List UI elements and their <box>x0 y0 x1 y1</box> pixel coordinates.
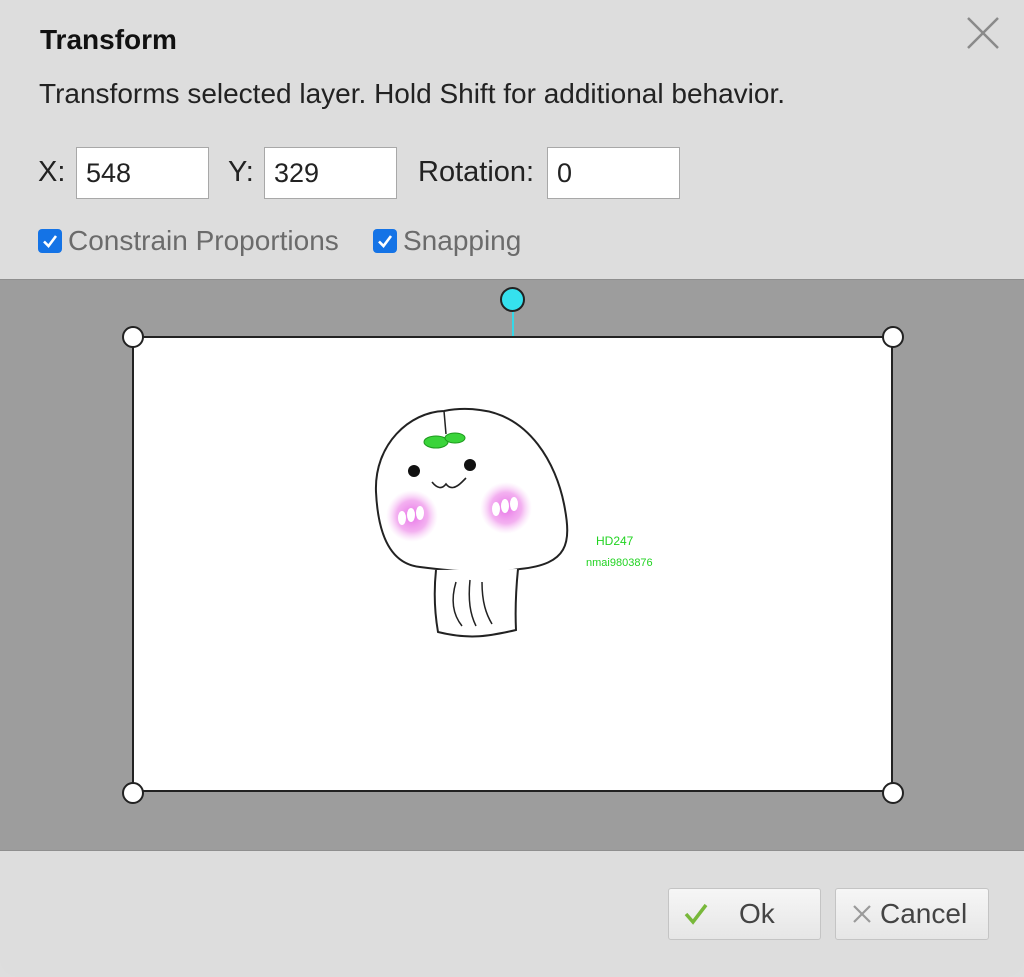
y-label: Y: <box>228 156 254 188</box>
dialog-description: Transforms selected layer. Hold Shift fo… <box>39 78 786 109</box>
dialog-title: Transform <box>40 24 177 55</box>
cancel-button-label: Cancel <box>880 898 968 929</box>
cancel-button[interactable]: Cancel <box>835 888 989 940</box>
rotation-line <box>512 310 514 337</box>
constrain-proportions-option[interactable]: Constrain Proportions <box>38 224 339 258</box>
snapping-checkbox[interactable] <box>373 229 397 253</box>
ok-button[interactable]: Ok <box>668 888 821 940</box>
ok-button-label: Ok <box>739 898 775 929</box>
x-label: X: <box>38 156 66 188</box>
layer-artwork: HD247 nmai9803876 <box>374 407 653 638</box>
layer-text-line1: HD247 <box>596 534 634 548</box>
snapping-option[interactable]: Snapping <box>373 224 521 258</box>
x-icon <box>850 902 874 926</box>
x-input[interactable] <box>76 147 209 199</box>
y-input[interactable] <box>264 147 397 199</box>
close-button[interactable] <box>962 12 1004 54</box>
resize-handle-top-right[interactable] <box>882 326 904 348</box>
checkmark-icon <box>43 235 58 248</box>
checkmark-icon <box>378 235 393 248</box>
check-icon <box>683 901 709 927</box>
resize-handle-bottom-left[interactable] <box>122 782 144 804</box>
transform-dialog: Transform Transforms selected layer. Hol… <box>0 0 1024 977</box>
rotation-label: Rotation: <box>418 156 535 188</box>
resize-handle-top-left[interactable] <box>122 326 144 348</box>
constrain-proportions-checkbox[interactable] <box>38 229 62 253</box>
snapping-label: Snapping <box>403 225 522 256</box>
mushroom-drawing <box>374 407 569 638</box>
layer-text-line2: nmai9803876 <box>586 557 653 569</box>
constrain-proportions-label: Constrain Proportions <box>68 225 339 256</box>
rotation-handle[interactable] <box>500 287 525 312</box>
rotation-input[interactable] <box>547 147 680 199</box>
close-icon <box>967 17 999 49</box>
resize-handle-bottom-right[interactable] <box>882 782 904 804</box>
